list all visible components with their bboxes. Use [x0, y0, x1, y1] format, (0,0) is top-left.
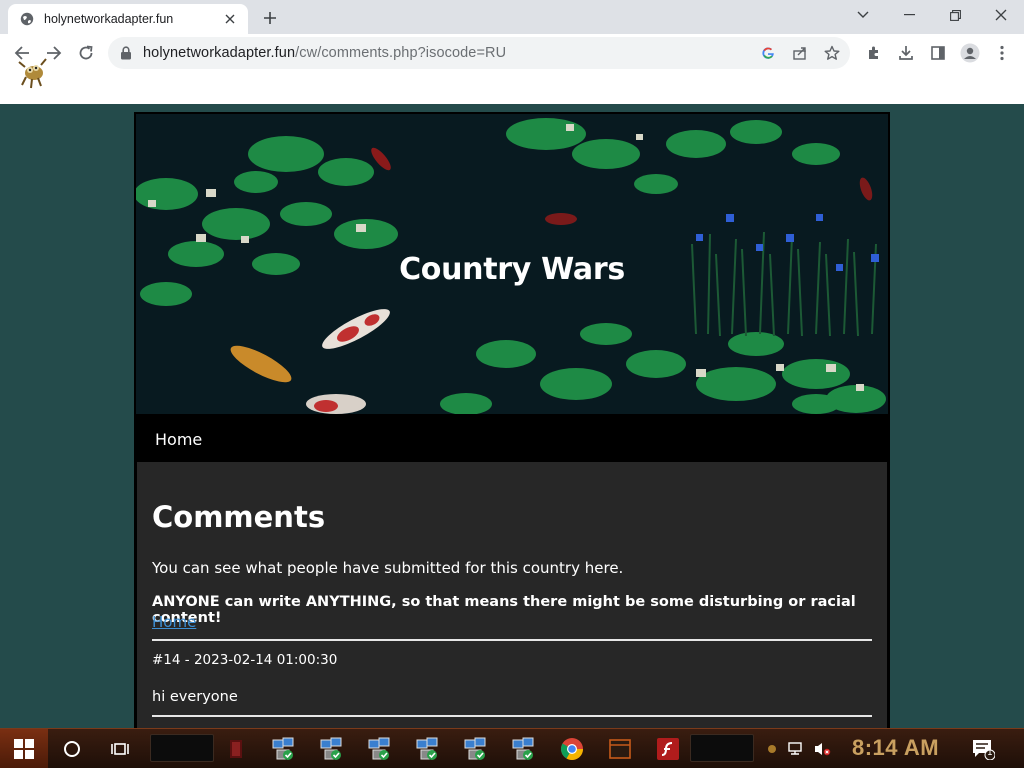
tab-strip: holynetworkadapter.fun	[0, 0, 1024, 34]
comment-text: hi everyone	[152, 689, 238, 705]
comment-meta: #14 - 2023-02-14 01:00:30	[152, 652, 338, 668]
network-app-icon[interactable]	[264, 733, 304, 765]
network-tray-icon[interactable]	[784, 729, 808, 768]
notifications-icon[interactable]: 1	[968, 729, 998, 768]
network-app-icon[interactable]	[408, 733, 448, 765]
browser-tab[interactable]: holynetworkadapter.fun	[8, 4, 248, 34]
url-host: holynetworkadapter.fun	[143, 45, 296, 61]
windows-logo-icon	[14, 739, 34, 759]
network-app-icon[interactable]	[360, 733, 400, 765]
restore-button[interactable]	[932, 0, 978, 30]
taskbar-slot	[690, 734, 754, 762]
flash-player-icon[interactable]	[648, 733, 688, 765]
network-app-icon[interactable]	[312, 733, 352, 765]
intro-text: You can see what people have submitted f…	[152, 559, 624, 577]
menu-kebab-icon[interactable]	[988, 39, 1016, 67]
network-app-icon[interactable]	[456, 733, 496, 765]
divider	[152, 639, 872, 641]
taskbar-slot	[150, 734, 214, 762]
browser-toolbar: holynetworkadapter.fun/cw/comments.php?i…	[0, 34, 1024, 72]
tab-search-icon[interactable]	[840, 0, 886, 30]
site-container: Country Wars Home Comments You can see w…	[134, 112, 890, 728]
share-icon[interactable]	[788, 41, 812, 65]
search-circle-icon[interactable]	[50, 729, 94, 768]
site-navbar: Home	[134, 414, 890, 462]
taskbar-clock[interactable]: 8:14 AM	[852, 735, 939, 761]
download-icon[interactable]	[892, 39, 920, 67]
close-tab-icon[interactable]	[222, 11, 238, 27]
url-path: /cw/comments.php?isocode=RU	[295, 45, 507, 61]
side-panel-icon[interactable]	[924, 39, 952, 67]
chrome-icon[interactable]	[552, 733, 592, 765]
url-text[interactable]: holynetworkadapter.fun/cw/comments.php?i…	[143, 45, 506, 61]
notification-count: 1	[987, 748, 993, 758]
taskbar: 8:14 AM 1	[0, 728, 1024, 768]
new-tab-button[interactable]	[258, 6, 282, 30]
media-app-icon[interactable]	[600, 733, 640, 765]
bookmarks-bar	[0, 72, 1024, 104]
globe-icon	[20, 12, 34, 26]
google-icon[interactable]	[756, 41, 780, 65]
lock-icon[interactable]	[120, 46, 134, 60]
page-title: Comments	[152, 500, 326, 534]
bookmark-star-icon[interactable]	[820, 41, 844, 65]
main-content: Comments You can see what people have su…	[137, 462, 887, 728]
desktop-pet-icon	[14, 55, 50, 91]
minimize-button[interactable]	[886, 0, 932, 30]
content-warning: ANYONE can write ANYTHING, so that means…	[152, 594, 856, 626]
volume-muted-icon[interactable]	[810, 729, 834, 768]
address-bar[interactable]: holynetworkadapter.fun/cw/comments.php?i…	[108, 37, 850, 69]
profile-avatar-icon[interactable]	[956, 39, 984, 67]
reload-button[interactable]	[72, 39, 100, 67]
site-title: Country Wars	[399, 252, 625, 287]
network-app-icon[interactable]	[504, 733, 544, 765]
tab-title: holynetworkadapter.fun	[44, 12, 174, 26]
tray-app-icon[interactable]	[764, 729, 780, 768]
nav-home-link[interactable]: Home	[155, 430, 202, 449]
task-view-icon[interactable]	[98, 729, 142, 768]
home-link[interactable]: Home	[152, 613, 196, 631]
extensions-icon[interactable]	[860, 39, 888, 67]
divider	[152, 715, 872, 717]
book-app-icon[interactable]	[216, 733, 256, 765]
close-window-button[interactable]	[978, 0, 1024, 30]
header-banner: Country Wars	[136, 114, 888, 414]
start-button[interactable]	[0, 729, 48, 768]
